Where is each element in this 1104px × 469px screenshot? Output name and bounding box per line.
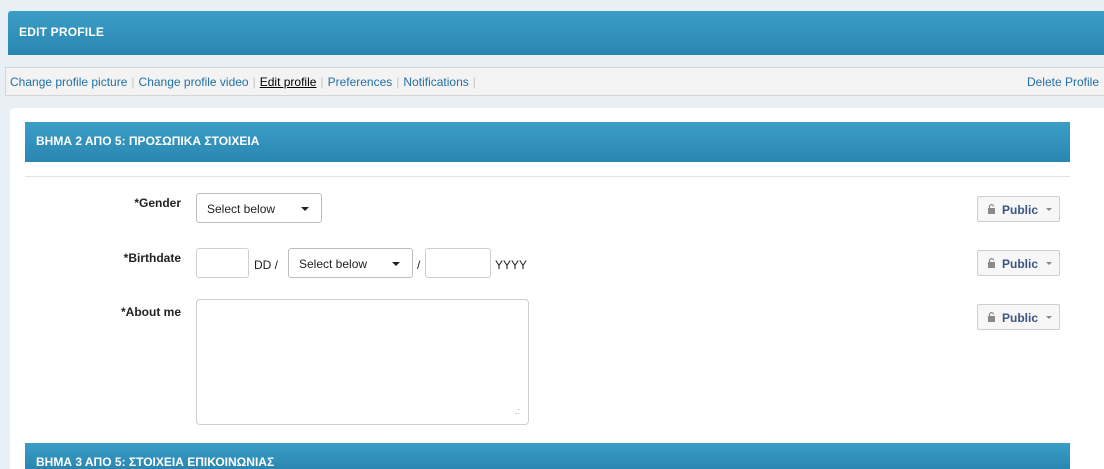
nav-edit-profile[interactable]: Edit profile [256, 75, 321, 89]
birth-month-select[interactable]: Select below [288, 248, 413, 278]
resize-grip-icon[interactable]: .: [515, 406, 520, 416]
nav-change-profile-picture[interactable]: Change profile picture [6, 75, 131, 89]
gender-privacy-button[interactable]: Public [977, 196, 1060, 222]
gender-select-value: Select below [207, 202, 276, 216]
gender-select[interactable]: Select below [196, 193, 322, 223]
birthdate-label: *Birthdate [123, 251, 181, 265]
birth-month-select-value: Select below [299, 257, 368, 271]
year-unit-label: YYYY [495, 258, 528, 272]
lock-icon [988, 312, 995, 322]
page-title: EDIT PROFILE [19, 25, 105, 39]
lock-icon [988, 204, 995, 214]
about-me-privacy-button[interactable]: Public [977, 304, 1060, 330]
nav-change-profile-video[interactable]: Change profile video [135, 75, 253, 89]
lock-icon [988, 258, 995, 268]
about-me-textarea[interactable]: .: [196, 299, 529, 425]
nav-notifications[interactable]: Notifications [399, 75, 472, 89]
gender-label: *Gender [134, 196, 181, 210]
about-me-label: *About me [121, 305, 181, 319]
page-header: EDIT PROFILE [8, 11, 1104, 55]
day-unit-label: DD / [254, 258, 278, 272]
caret-down-icon [1046, 262, 1052, 265]
delete-profile-link[interactable]: Delete Profile [1023, 75, 1103, 89]
caret-down-icon [392, 262, 400, 266]
birth-day-input[interactable] [196, 248, 249, 278]
birth-year-input[interactable] [425, 248, 491, 278]
privacy-label: Public [1002, 257, 1039, 271]
nav-separator: | [472, 75, 476, 89]
nav-preferences[interactable]: Preferences [324, 75, 397, 89]
privacy-label: Public [1002, 311, 1039, 325]
date-separator: / [417, 258, 421, 272]
caret-down-icon [1046, 208, 1052, 211]
birthdate-privacy-button[interactable]: Public [977, 250, 1060, 276]
caret-down-icon [301, 207, 309, 211]
form-panel [10, 108, 1104, 469]
privacy-label: Public [1002, 203, 1039, 217]
section-header-personal-info: ΒΗΜΑ 2 ΑΠΟ 5: ΠΡΟΣΩΠΙΚΑ ΣΤΟΙΧΕΙΑ [25, 122, 1070, 162]
caret-down-icon [1046, 316, 1052, 319]
profile-subnav: Change profile picture | Change profile vi… [5, 67, 1104, 96]
section-divider [25, 176, 1070, 177]
section-header-contact-info: ΒΗΜΑ 3 ΑΠΟ 5: ΣΤΟΙΧΕΙΑ ΕΠΙΚΟΙΝΩΝΙΑΣ [25, 443, 1070, 469]
